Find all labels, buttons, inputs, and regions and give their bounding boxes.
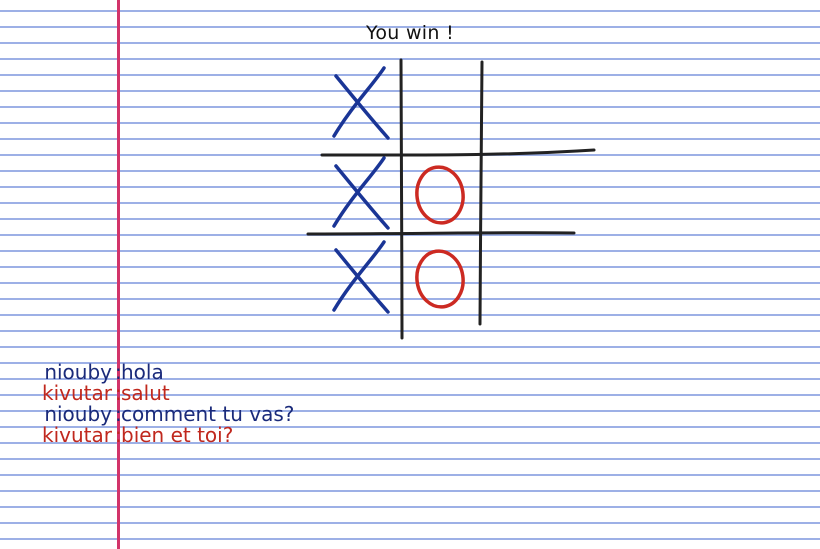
chat-nickname: kivutar	[42, 423, 112, 447]
chat-log: niouby : hola kivutar : salut niouby : c…	[0, 362, 400, 446]
game-status-message: You win !	[365, 22, 454, 44]
board-cell-1-2[interactable]	[408, 66, 480, 152]
chat-message-text: comment tu vas?	[121, 402, 295, 426]
chat-message: kivutar : salut	[0, 383, 400, 404]
tic-tac-toe-board	[300, 56, 610, 346]
board-cell-2-1[interactable]	[328, 156, 400, 242]
chat-message: niouby : comment tu vas?	[0, 404, 400, 425]
chat-message-text: salut	[121, 381, 170, 405]
chat-message: kivutar : bien et toi?	[0, 425, 400, 446]
chat-message-text: hola	[121, 360, 164, 384]
board-cell-2-2[interactable]	[408, 156, 480, 242]
grid-line-vertical-1	[399, 58, 404, 340]
grid-line-vertical-2	[478, 60, 484, 326]
board-cell-2-3[interactable]	[488, 156, 560, 242]
chat-nickname: niouby	[44, 402, 112, 426]
board-cell-1-3[interactable]	[488, 66, 560, 152]
chat-message: niouby : hola	[0, 362, 400, 383]
chat-nickname: niouby	[44, 360, 112, 384]
board-cell-3-2[interactable]	[408, 240, 480, 326]
chat-nickname: kivutar	[42, 381, 112, 405]
board-cell-3-1[interactable]	[328, 240, 400, 326]
chat-message-text: bien et toi?	[121, 423, 234, 447]
notebook-margin-line	[117, 0, 120, 549]
board-cell-3-3[interactable]	[488, 240, 560, 326]
board-cell-1-1[interactable]	[328, 66, 400, 152]
